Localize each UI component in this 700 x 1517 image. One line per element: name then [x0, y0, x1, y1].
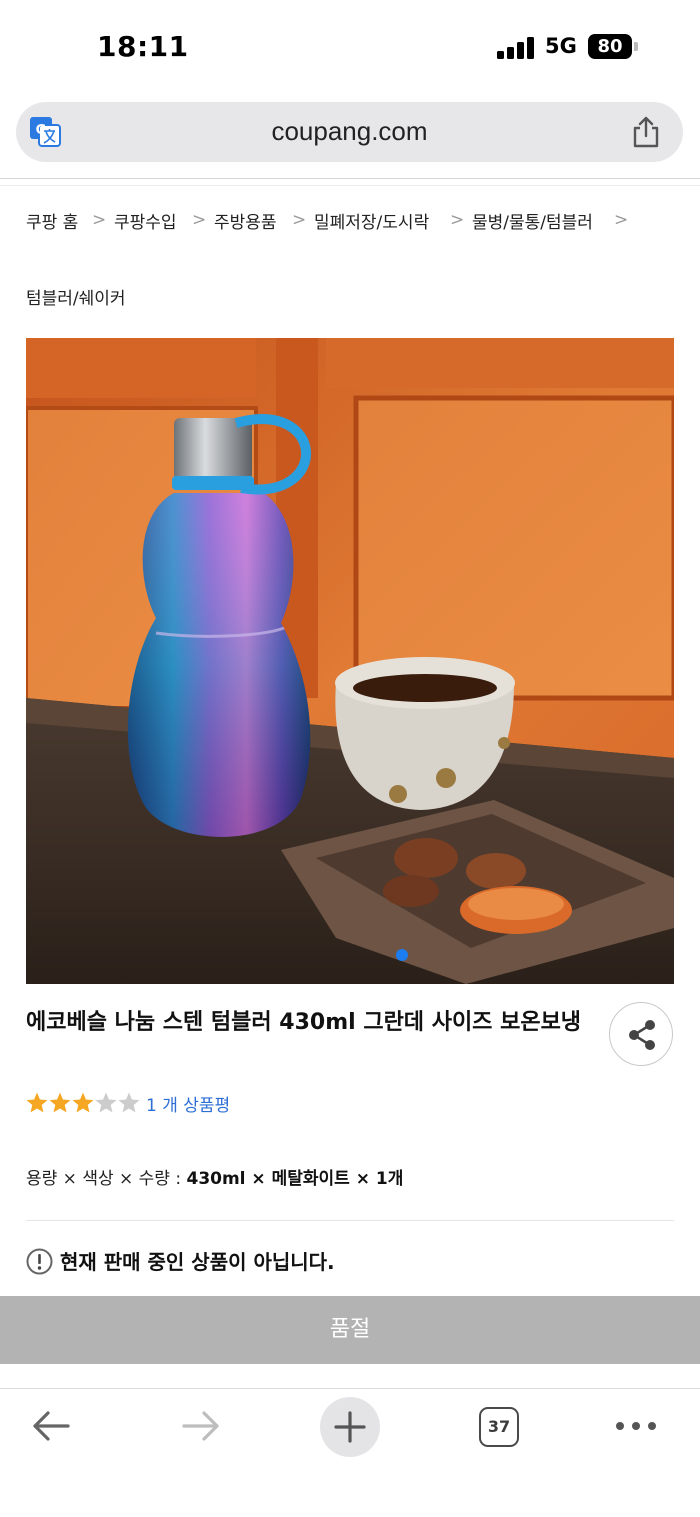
battery-cap — [634, 42, 638, 51]
rating-stars — [26, 1092, 140, 1113]
option-summary: 용량 × 색상 × 수량 : 430ml × 메탈화이트 × 1개 — [26, 1164, 403, 1189]
share-nodes-icon — [629, 1020, 655, 1050]
arrow-right-icon[interactable] — [180, 1407, 222, 1445]
chevron-right-icon: > — [292, 210, 307, 230]
chevron-right-icon: > — [614, 210, 629, 230]
battery-icon: 80 — [588, 34, 632, 59]
star-filled-icon — [26, 1092, 48, 1113]
cellular-signal-icon — [497, 37, 535, 59]
arrow-left-icon[interactable] — [30, 1407, 72, 1445]
breadcrumb-item-tumbler[interactable]: 텀블러/쉐이커 — [26, 284, 126, 309]
breadcrumb-item-kitchen[interactable]: 주방용품 — [214, 208, 277, 233]
header-divider — [0, 178, 700, 186]
chevron-right-icon: > — [450, 210, 465, 230]
star-filled-icon — [49, 1092, 71, 1113]
address-bar[interactable]: G coupang.com — [16, 102, 683, 162]
share-icon[interactable] — [630, 115, 662, 149]
breadcrumb-item-bottles[interactable]: 물병/물통/텀블러 — [472, 208, 593, 233]
url-text[interactable]: coupang.com — [16, 116, 683, 147]
more-dots-icon[interactable] — [615, 1417, 657, 1435]
chevron-right-icon: > — [92, 210, 107, 230]
star-empty-icon — [95, 1092, 117, 1113]
new-tab-button[interactable] — [320, 1397, 380, 1457]
section-divider — [26, 1220, 674, 1221]
soldout-button[interactable]: 품절 — [0, 1296, 700, 1364]
plus-icon — [334, 1411, 366, 1443]
breadcrumb-item-home[interactable]: 쿠팡 홈 — [26, 208, 78, 233]
chevron-right-icon: > — [192, 210, 207, 230]
exclamation-circle-icon — [26, 1248, 53, 1275]
star-empty-icon — [118, 1092, 140, 1113]
star-filled-icon — [72, 1092, 94, 1113]
option-label: 용량 × 색상 × 수량 : — [26, 1169, 187, 1189]
product-image[interactable] — [26, 338, 674, 984]
product-photo — [26, 338, 674, 984]
notice-text: 현재 판매 중인 상품이 아닙니다. — [60, 1250, 335, 1274]
product-title: 에코베슬 나눔 스텐 텀블러 430ml 그란데 사이즈 보온보냉 — [26, 1010, 582, 1035]
network-type: 5G — [545, 34, 577, 58]
breadcrumb-item-storage[interactable]: 밀폐저장/도시락 — [314, 208, 429, 233]
browser-toolbar: 37 — [0, 1388, 700, 1517]
option-value: 430ml × 메탈화이트 × 1개 — [186, 1169, 404, 1189]
status-time: 18:11 — [97, 30, 189, 63]
tabs-button[interactable]: 37 — [479, 1407, 519, 1447]
share-button[interactable] — [609, 1002, 673, 1066]
breadcrumb-item-import[interactable]: 쿠팡수입 — [114, 208, 177, 233]
review-count-link[interactable]: 1 개 상품평 — [146, 1091, 230, 1116]
carousel-dot-active[interactable] — [396, 949, 408, 961]
status-bar: 18:11 5G 80 — [0, 0, 700, 95]
